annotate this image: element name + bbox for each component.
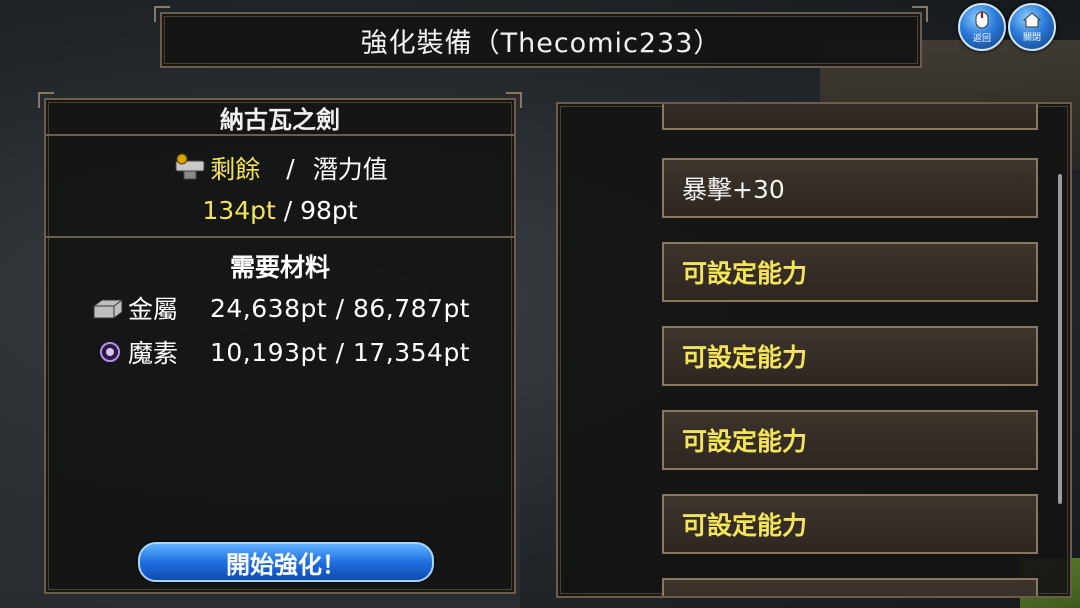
ability-slot-text: 可設定能力 xyxy=(682,511,808,540)
ability-slot[interactable]: 可設定能力 xyxy=(662,326,1038,386)
enhance-info-panel: 納古瓦之劍 剩餘 / 潛力值 134pt / 98pt 需要材料 金屬 24,6… xyxy=(38,92,522,594)
ability-slot[interactable]: 可設定能力 xyxy=(662,494,1038,554)
material-value: 24,638pt / 86,787pt xyxy=(210,293,471,323)
back-button-label: 返回 xyxy=(972,33,991,44)
page-title: 強化裝備（Thecomic233） xyxy=(360,27,722,59)
material-row-metal: 金屬 24,638pt / 86,787pt xyxy=(92,290,470,326)
ability-slot-text: 可設定能力 xyxy=(682,343,808,372)
potential-value: 98pt xyxy=(300,196,358,225)
ability-slot-partial[interactable] xyxy=(662,578,1038,596)
material-name: 魔素 xyxy=(128,339,179,368)
item-name: 納古瓦之劍 xyxy=(46,100,514,136)
remaining-label: 剩餘 xyxy=(210,155,261,184)
title-bar: 強化裝備（Thecomic233） xyxy=(154,6,928,68)
potential-values: 134pt / 98pt xyxy=(202,196,358,225)
potential-labels: 剩餘 / 潛力值 xyxy=(46,150,514,186)
ability-slot[interactable]: 可設定能力 xyxy=(662,410,1038,470)
close-button[interactable]: 關閉 xyxy=(1008,3,1056,51)
start-enhance-button[interactable]: 開始強化！ xyxy=(138,542,434,582)
home-icon xyxy=(1022,11,1042,31)
material-value: 10,193pt / 17,354pt xyxy=(210,337,471,367)
ability-slots-panel: 暴擊+30 可設定能力 可設定能力 可設定能力 可設定能力 xyxy=(556,102,1072,598)
scrollbar[interactable] xyxy=(1058,174,1062,504)
ability-slot[interactable]: 暴擊+30 xyxy=(662,158,1038,218)
ability-slot[interactable]: 可設定能力 xyxy=(662,242,1038,302)
potential-label: 潛力值 xyxy=(312,155,388,184)
materials-title: 需要材料 xyxy=(229,253,330,282)
divider xyxy=(46,236,514,238)
anvil-icon xyxy=(172,153,208,183)
remaining-value: 134pt xyxy=(202,196,276,225)
back-button[interactable]: 返回 xyxy=(958,3,1006,51)
ability-slot-text: 可設定能力 xyxy=(682,259,808,288)
close-button-label: 關閉 xyxy=(1022,32,1041,43)
ability-slot-partial[interactable] xyxy=(662,104,1038,130)
mana-icon xyxy=(92,340,124,364)
mouse-icon xyxy=(974,11,990,32)
ability-slot-text: 可設定能力 xyxy=(682,427,808,456)
ability-slot-text: 暴擊+30 xyxy=(682,175,785,204)
material-name: 金屬 xyxy=(128,295,179,324)
material-row-mana: 魔素 10,193pt / 17,354pt xyxy=(92,334,470,370)
metal-icon xyxy=(92,296,124,320)
separator: / xyxy=(286,153,295,183)
